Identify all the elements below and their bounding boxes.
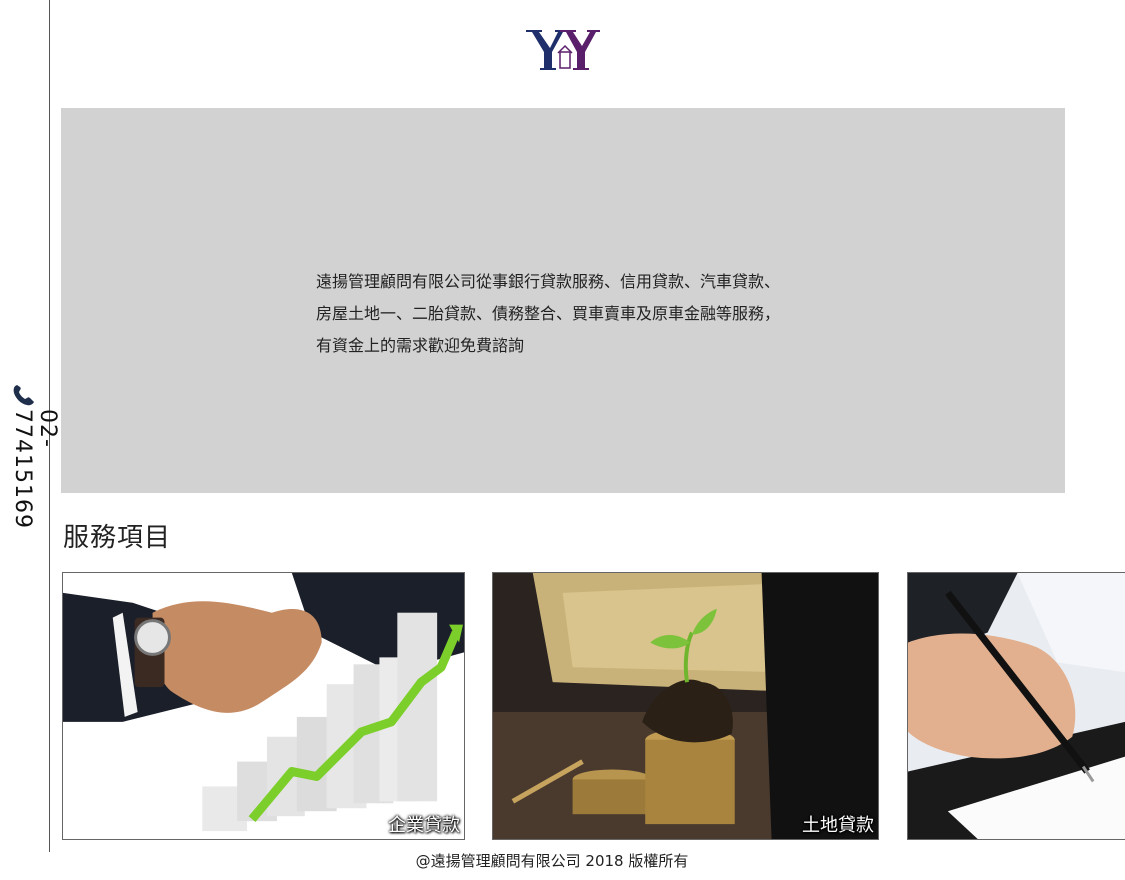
- company-logo[interactable]: [524, 26, 604, 74]
- service-card-business-loan[interactable]: 企業貸款: [62, 572, 465, 840]
- logo-mark: [526, 30, 600, 70]
- intro-text: 遠揚管理顧問有限公司從事銀行貸款服務、信用貸款、汽車貸款、 房屋土地一、二胎貸款…: [316, 266, 916, 362]
- handshake-growth-image: [63, 573, 464, 839]
- services-title: 服務項目: [63, 523, 172, 553]
- phone-icon: [13, 385, 34, 406]
- phone-number[interactable]: 02-77415169: [10, 409, 60, 563]
- service-card-land-loan[interactable]: 土地貸款: [492, 572, 879, 840]
- phone-contact[interactable]: 02-77415169: [8, 383, 60, 563]
- service-label[interactable]: 土地貸款: [802, 815, 874, 837]
- intro-banner: 遠揚管理顧問有限公司從事銀行貸款服務、信用貸款、汽車貸款、 房屋土地一、二胎貸款…: [61, 108, 1065, 493]
- intro-line: 遠揚管理顧問有限公司從事銀行貸款服務、信用貸款、汽車貸款、: [316, 272, 781, 291]
- hand-signing-image: [908, 573, 1125, 839]
- service-label[interactable]: 企業貸款: [388, 815, 460, 837]
- seedling-coins-image: [493, 573, 878, 839]
- intro-line: 有資金上的需求歡迎免費諮詢: [316, 336, 525, 355]
- service-card-signing[interactable]: [907, 572, 1125, 840]
- footer-copyright: @遠揚管理顧問有限公司 2018 版權所有: [415, 852, 689, 870]
- intro-line: 房屋土地一、二胎貸款、債務整合、買車賣車及原車金融等服務，: [316, 304, 781, 323]
